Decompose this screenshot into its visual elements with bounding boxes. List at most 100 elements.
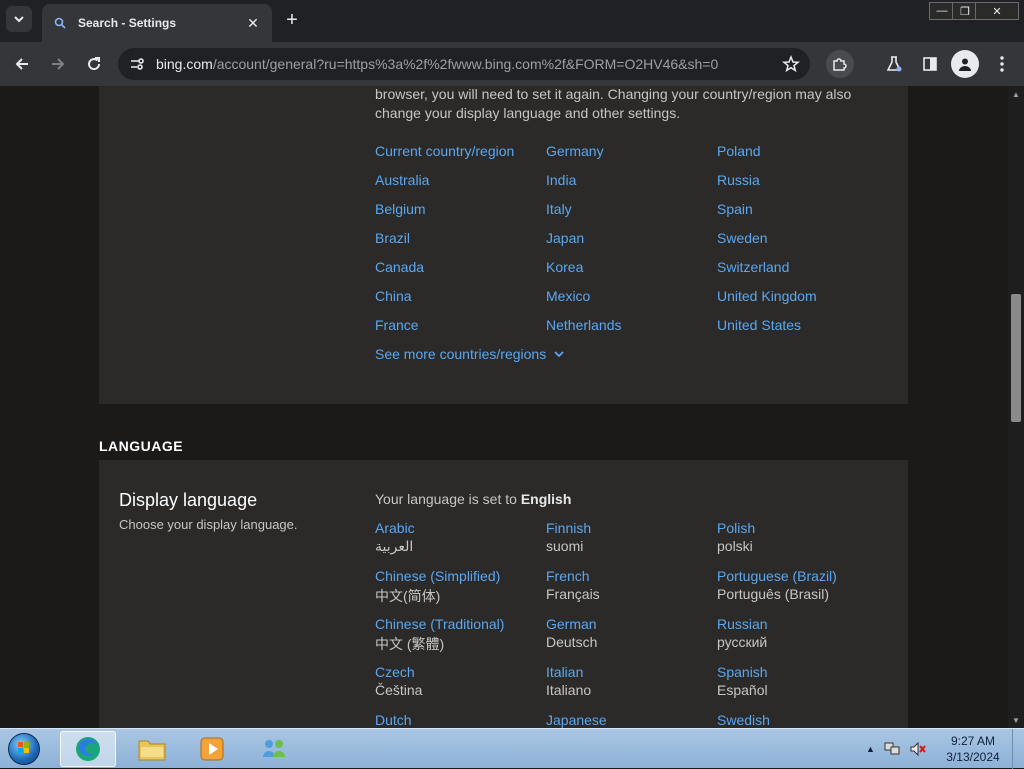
region-link[interactable]: Russia: [717, 172, 760, 188]
taskbar-file-explorer[interactable]: [124, 731, 180, 767]
language-link[interactable]: Polish: [717, 520, 887, 536]
region-link[interactable]: Switzerland: [717, 259, 789, 275]
taskbar-network-app[interactable]: [246, 731, 302, 767]
region-link[interactable]: Australia: [375, 172, 429, 188]
tab-close-icon[interactable]: ✕: [244, 14, 262, 32]
scroll-up-arrow-icon[interactable]: ▲: [1008, 86, 1024, 102]
tab-settings[interactable]: Search - Settings ✕: [42, 4, 272, 42]
language-option[interactable]: Spanish Español: [717, 664, 887, 698]
language-option[interactable]: Czech Čeština: [375, 664, 545, 698]
language-option[interactable]: Dutch: [375, 712, 545, 728]
language-native-name: العربية: [375, 538, 414, 554]
language-link[interactable]: Chinese (Traditional): [375, 616, 545, 632]
country-region-card: based on your location. If you clear you…: [99, 86, 908, 404]
forward-button[interactable]: [44, 50, 72, 78]
language-link[interactable]: Chinese (Simplified): [375, 568, 545, 584]
region-link[interactable]: China: [375, 288, 412, 304]
region-link[interactable]: Japan: [546, 230, 584, 246]
region-link[interactable]: Netherlands: [546, 317, 622, 333]
clock-time: 9:27 AM: [950, 734, 996, 748]
language-link[interactable]: Portuguese (Brazil): [717, 568, 887, 584]
language-link[interactable]: Russian: [717, 616, 887, 632]
language-native-name: Deutsch: [546, 634, 598, 650]
tray-expand-icon[interactable]: ▲: [866, 744, 875, 754]
region-link[interactable]: Belgium: [375, 201, 426, 217]
taskbar-clock[interactable]: 9:27 AM 3/13/2024: [938, 733, 1008, 765]
language-option[interactable]: Finnish suomi: [546, 520, 716, 554]
language-link[interactable]: Finnish: [546, 520, 716, 536]
back-button[interactable]: [8, 50, 36, 78]
side-panel-icon[interactable]: [916, 50, 944, 78]
language-link[interactable]: Czech: [375, 664, 545, 680]
reload-icon: [88, 57, 101, 71]
language-native-name: suomi: [546, 538, 584, 554]
language-option[interactable]: Swedish: [717, 712, 887, 728]
show-desktop-button[interactable]: [1012, 729, 1024, 769]
language-link[interactable]: Spanish: [717, 664, 887, 680]
language-option[interactable]: German Deutsch: [546, 616, 716, 650]
tab-search-button[interactable]: [6, 6, 32, 32]
language-option[interactable]: Chinese (Simplified) 中文(简体): [375, 568, 545, 606]
url-text: bing.com/account/general?ru=https%3a%2f%…: [156, 56, 776, 72]
windows-taskbar: ▲ 9:27 AM 3/13/2024: [0, 728, 1024, 769]
language-option[interactable]: Japanese: [546, 712, 716, 728]
region-link[interactable]: Italy: [546, 201, 572, 217]
region-link[interactable]: Spain: [717, 201, 753, 217]
network-icon[interactable]: [883, 741, 901, 757]
scrollbar-thumb[interactable]: [1011, 294, 1021, 422]
page-viewport: based on your location. If you clear you…: [0, 86, 1008, 728]
windows-logo-icon: [8, 733, 40, 765]
language-option[interactable]: French Français: [546, 568, 716, 602]
language-option[interactable]: Portuguese (Brazil) Português (Brasil): [717, 568, 887, 602]
region-link[interactable]: France: [375, 317, 419, 333]
current-language: Your language is set to English: [375, 491, 571, 507]
speaker-muted-icon[interactable]: [909, 741, 927, 757]
taskbar-media-player[interactable]: [184, 731, 240, 767]
language-link[interactable]: Swedish: [717, 712, 887, 728]
bookmark-star-icon[interactable]: [776, 49, 806, 79]
url-host: bing.com: [156, 56, 213, 72]
profile-avatar-icon[interactable]: [951, 50, 979, 78]
language-option[interactable]: Arabic العربية: [375, 520, 545, 555]
close-window-button[interactable]: ✕: [975, 2, 1019, 20]
start-button[interactable]: [4, 730, 44, 768]
region-link[interactable]: Germany: [546, 143, 604, 159]
language-link[interactable]: German: [546, 616, 716, 632]
menu-kebab-icon[interactable]: [988, 50, 1016, 78]
language-option[interactable]: Chinese (Traditional) 中文 (繁體): [375, 616, 545, 654]
language-link[interactable]: French: [546, 568, 716, 584]
tab-title: Search - Settings: [78, 16, 177, 30]
language-option[interactable]: Italian Italiano: [546, 664, 716, 698]
scroll-down-arrow-icon[interactable]: ▼: [1008, 712, 1024, 728]
new-tab-button[interactable]: +: [280, 8, 304, 32]
language-link[interactable]: Arabic: [375, 520, 545, 536]
region-link[interactable]: Mexico: [546, 288, 590, 304]
clock-date: 3/13/2024: [946, 750, 1000, 764]
taskbar-edge-browser[interactable]: [60, 731, 116, 767]
address-bar[interactable]: bing.com/account/general?ru=https%3a%2f%…: [118, 48, 810, 80]
language-native-name: Français: [546, 586, 600, 602]
reload-button[interactable]: [80, 50, 108, 78]
language-native-name: Español: [717, 682, 768, 698]
language-link[interactable]: Dutch: [375, 712, 545, 728]
site-info-icon[interactable]: [122, 49, 152, 79]
region-link[interactable]: United Kingdom: [717, 288, 817, 304]
language-link[interactable]: Italian: [546, 664, 716, 680]
people-network-icon: [263, 740, 285, 757]
region-link[interactable]: Current country/region: [375, 143, 514, 159]
language-option[interactable]: Russian русский: [717, 616, 887, 650]
language-link[interactable]: Japanese: [546, 712, 716, 728]
region-link[interactable]: India: [546, 172, 576, 188]
region-link[interactable]: United States: [717, 317, 801, 333]
extensions-icon[interactable]: [826, 50, 854, 78]
labs-flask-icon[interactable]: [880, 50, 908, 78]
region-link[interactable]: Poland: [717, 143, 761, 159]
language-option[interactable]: Polish polski: [717, 520, 887, 554]
see-more-regions-link[interactable]: See more countries/regions: [375, 346, 564, 362]
region-link[interactable]: Brazil: [375, 230, 410, 246]
region-link[interactable]: Canada: [375, 259, 424, 275]
page-scrollbar[interactable]: ▲ ▼: [1008, 86, 1024, 728]
display-language-subtitle: Choose your display language.: [119, 517, 298, 532]
region-link[interactable]: Korea: [546, 259, 583, 275]
region-link[interactable]: Sweden: [717, 230, 768, 246]
